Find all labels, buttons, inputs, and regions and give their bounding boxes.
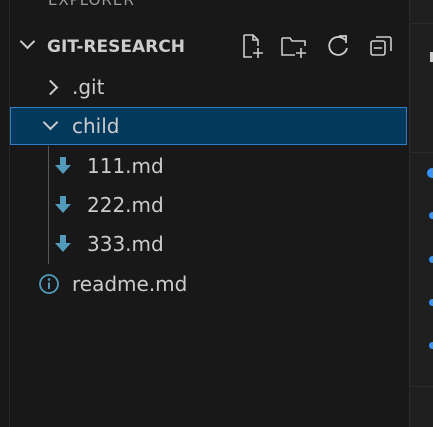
tree-item-label: .git — [72, 75, 105, 99]
tree-item-label: 333.md — [87, 232, 164, 256]
tree-item-file[interactable]: 111.md — [10, 147, 407, 185]
divider — [410, 152, 433, 153]
chevron-down-icon — [22, 36, 34, 48]
markdown-file-icon — [55, 235, 71, 253]
new-file-icon[interactable] — [238, 32, 266, 60]
tree-item-label: 222.md — [87, 193, 164, 217]
editor-panel-edge — [409, 0, 433, 427]
markdown-file-icon — [55, 196, 71, 214]
divider — [410, 386, 433, 387]
tree-item-label: readme.md — [72, 272, 188, 296]
workspace-section-header[interactable]: GIT-RESEARCH — [10, 28, 409, 64]
markdown-file-icon — [55, 157, 71, 175]
tree-item-file[interactable]: 333.md — [10, 225, 407, 263]
divider — [410, 23, 433, 24]
collapse-all-icon[interactable] — [367, 32, 395, 60]
new-folder-icon[interactable] — [280, 32, 308, 60]
info-icon — [38, 273, 60, 295]
chevron-down-icon — [45, 117, 57, 129]
tree-item-git-folder[interactable]: .git — [10, 68, 407, 106]
chevron-right-icon — [45, 82, 57, 94]
tree-item-label: child — [72, 114, 120, 138]
workspace-name: GIT-RESEARCH — [47, 37, 185, 57]
status-dot — [429, 256, 433, 263]
status-dot — [429, 299, 433, 306]
status-dot — [429, 342, 433, 349]
tree-item-child-folder[interactable]: child — [10, 107, 407, 145]
explorer-title: EXPLORER — [48, 0, 135, 9]
status-dot — [427, 168, 433, 178]
vscode-window: EXPLORER GIT-RESEARCH .git child 111.md … — [0, 0, 433, 427]
tree-item-file[interactable]: 222.md — [10, 186, 407, 224]
refresh-icon[interactable] — [325, 32, 353, 60]
tree-item-readme[interactable]: readme.md — [10, 265, 407, 303]
activity-bar-edge — [0, 0, 10, 427]
tree-item-label: 111.md — [87, 154, 164, 178]
status-dot — [429, 212, 433, 219]
